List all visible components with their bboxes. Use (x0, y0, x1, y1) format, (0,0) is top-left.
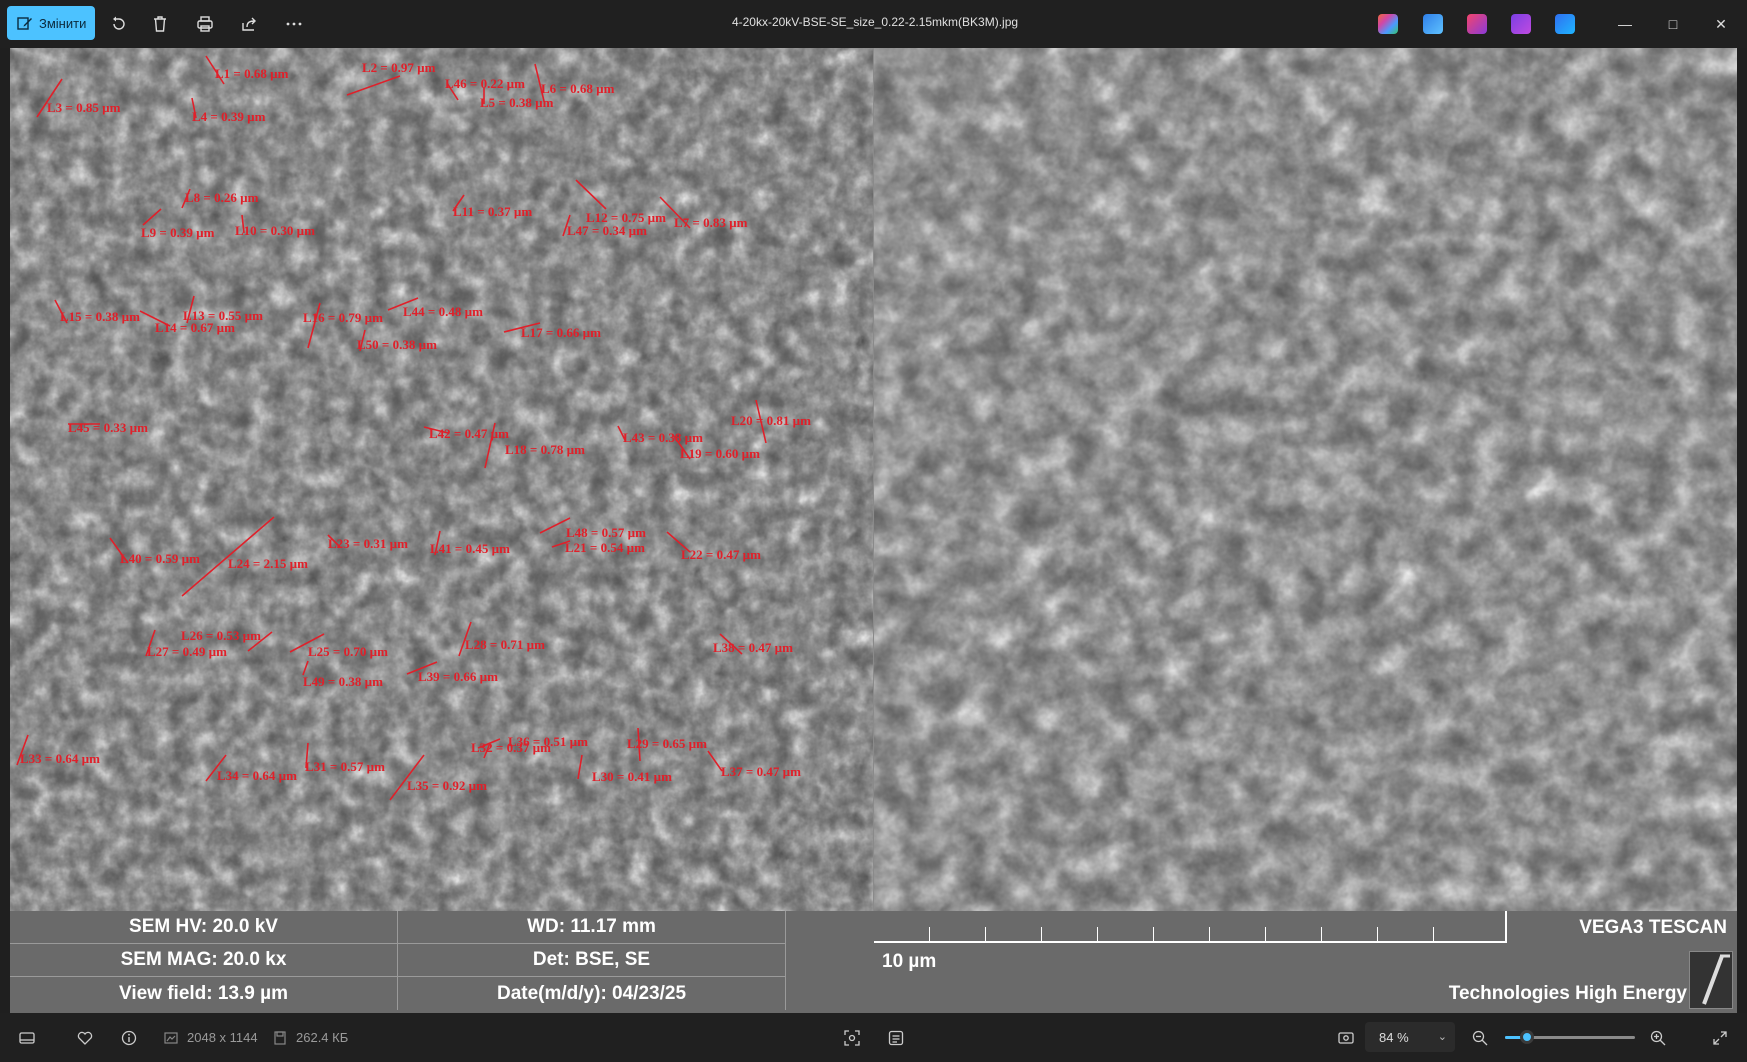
zoom-dropdown[interactable]: 84 % ⌄ (1365, 1022, 1455, 1052)
measurement-label: L49 = 0.38 µm (303, 674, 383, 689)
measurement-label: L40 = 0.59 µm (120, 551, 200, 566)
measurement-label: L18 = 0.78 µm (505, 442, 585, 457)
onedrive-icon[interactable] (1555, 14, 1575, 34)
measurement-label: L50 = 0.38 µm (357, 337, 437, 352)
file-title: 4-20kx-20kV-BSE-SE_size_0.22-2.15mkm(BK3… (731, 15, 1019, 29)
designer-icon[interactable] (1423, 14, 1443, 34)
measurement-label: L48 = 0.57 µm (566, 525, 646, 540)
status-bar: 2048 x 1144 262.4 КБ 84 % ⌄ (0, 1013, 1747, 1062)
tescan-logo (1689, 951, 1733, 1009)
measurement-label: L6 = 0.68 µm (541, 81, 615, 96)
measurement-label: L23 = 0.31 µm (328, 536, 408, 551)
file-size-icon (270, 1028, 290, 1048)
sem-hv: SEM HV: 20.0 kV (10, 911, 398, 944)
measurement-label: L30 = 0.41 µm (592, 769, 672, 784)
delete-icon[interactable] (148, 12, 172, 36)
measurement-label: L8 = 0.26 µm (185, 190, 259, 205)
maximize-button[interactable]: □ (1650, 0, 1696, 48)
measurement-label: L43 = 0.38 µm (623, 430, 703, 445)
filmstrip-icon[interactable] (17, 1028, 37, 1048)
measurement-label: L2 = 0.97 µm (362, 60, 436, 75)
zoom-out-icon[interactable] (1470, 1028, 1490, 1048)
measurement-label: L29 = 0.65 µm (627, 736, 707, 751)
detector: Det: BSE, SE (398, 944, 786, 977)
measurement-label: L42 = 0.47 µm (429, 426, 509, 441)
measurement-label: L7 = 0.83 µm (674, 215, 748, 230)
measurement-label: L10 = 0.30 µm (235, 223, 315, 238)
measurement-label: L25 = 0.70 µm (308, 644, 388, 659)
acquisition-date: Date(m/d/y): 04/23/25 (398, 977, 786, 1010)
measurement-labels: L1 = 0.68 µm L2 = 0.97 µm L46 = 0.22 µm L6 … (10, 48, 874, 911)
edit-icon (17, 17, 32, 30)
measurement-label: L26 = 0.53 µm (181, 628, 261, 643)
measurement-label: L32 = 0.37 µm (471, 740, 551, 755)
measurement-label: L35 = 0.92 µm (407, 778, 487, 793)
measurement-label: L21 = 0.54 µm (565, 540, 645, 555)
chevron-down-icon: ⌄ (1437, 1031, 1447, 1043)
sem-magnification: SEM MAG: 20.0 kx (10, 944, 398, 977)
favorite-icon[interactable] (75, 1028, 95, 1048)
measurement-label: L4 = 0.39 µm (192, 109, 266, 124)
zoom-slider-thumb[interactable] (1520, 1030, 1534, 1044)
sem-info-bar: SEM HV: 20.0 kV WD: 11.17 mm SEM MAG: 20… (10, 911, 1737, 1013)
measurement-label: L9 = 0.39 µm (141, 225, 215, 240)
brand-tagline: Technologies High Energy (1448, 983, 1687, 1004)
measurement-label: L27 = 0.49 µm (147, 644, 227, 659)
measurement-label: L39 = 0.66 µm (418, 669, 498, 684)
measurement-label: L20 = 0.81 µm (731, 413, 811, 428)
measurement-label: L31 = 0.57 µm (305, 759, 385, 774)
measurement-label: L46 = 0.22 µm (445, 76, 525, 91)
crop-select-icon[interactable] (842, 1028, 862, 1048)
rotate-icon[interactable] (107, 12, 131, 36)
video-editor-icon[interactable] (1511, 14, 1531, 34)
measurement-label: L17 = 0.66 µm (521, 325, 601, 340)
measurement-label: L41 = 0.45 µm (430, 541, 510, 556)
copilot-icon[interactable] (1378, 14, 1398, 34)
measurement-label: L24 = 2.15 µm (228, 556, 308, 571)
fit-screen-icon[interactable] (1336, 1028, 1356, 1048)
measurement-label: L28 = 0.71 µm (465, 637, 545, 652)
dimensions-icon (161, 1028, 181, 1048)
measurement-label: L37 = 0.47 µm (721, 764, 801, 779)
measurement-label: L38 = 0.47 µm (713, 640, 793, 655)
title-bar: Змінити 4-20kx-20kV-BSE-SE_size_0.22-2.1… (0, 0, 1747, 48)
zoom-value: 84 % (1379, 1029, 1409, 1045)
measurement-label: L34 = 0.64 µm (217, 768, 297, 783)
measurement-label: L45 = 0.33 µm (68, 420, 148, 435)
sem-image-right (874, 48, 1737, 911)
edit-button-label: Змінити (39, 15, 87, 31)
image-canvas[interactable]: L1 = 0.68 µm L2 = 0.97 µm L46 = 0.22 µm L6 … (10, 48, 1737, 1013)
print-icon[interactable] (193, 12, 217, 36)
fullscreen-icon[interactable] (1710, 1028, 1730, 1048)
measurement-label: L14 = 0.67 µm (155, 320, 235, 335)
more-icon[interactable] (282, 12, 306, 36)
minimize-button[interactable]: — (1602, 0, 1648, 48)
scale-label: 10 µm (882, 951, 937, 972)
zoom-in-icon[interactable] (1648, 1028, 1668, 1048)
file-size: 262.4 КБ (296, 1030, 349, 1045)
share-icon[interactable] (238, 12, 262, 36)
measurement-label: L11 = 0.37 µm (453, 204, 533, 219)
measurement-label: L33 = 0.64 µm (20, 751, 100, 766)
measurement-label: L3 = 0.85 µm (47, 100, 121, 115)
info-icon[interactable] (119, 1028, 139, 1048)
scale-bar (874, 911, 1507, 943)
measurement-label: L22 = 0.47 µm (681, 547, 761, 562)
text-scan-icon[interactable] (886, 1028, 906, 1048)
measurement-label: L1 = 0.68 µm (215, 66, 289, 81)
edit-button[interactable]: Змінити (7, 6, 95, 40)
clipchamp-icon[interactable] (1467, 14, 1487, 34)
close-button[interactable]: ✕ (1698, 0, 1744, 48)
measurement-label: L47 = 0.34 µm (567, 223, 647, 238)
measurement-label: L16 = 0.79 µm (303, 310, 383, 325)
measurement-label: L19 = 0.60 µm (680, 446, 760, 461)
measurement-label: L44 = 0.48 µm (403, 304, 483, 319)
view-field: View field: 13.9 µm (10, 977, 398, 1010)
instrument-brand: VEGA3 TESCAN (1579, 917, 1727, 938)
measurement-label: L15 = 0.38 µm (60, 309, 140, 324)
image-dimensions: 2048 x 1144 (187, 1030, 258, 1045)
working-distance: WD: 11.17 mm (398, 911, 786, 944)
measurement-label: L5 = 0.38 µm (480, 95, 554, 110)
